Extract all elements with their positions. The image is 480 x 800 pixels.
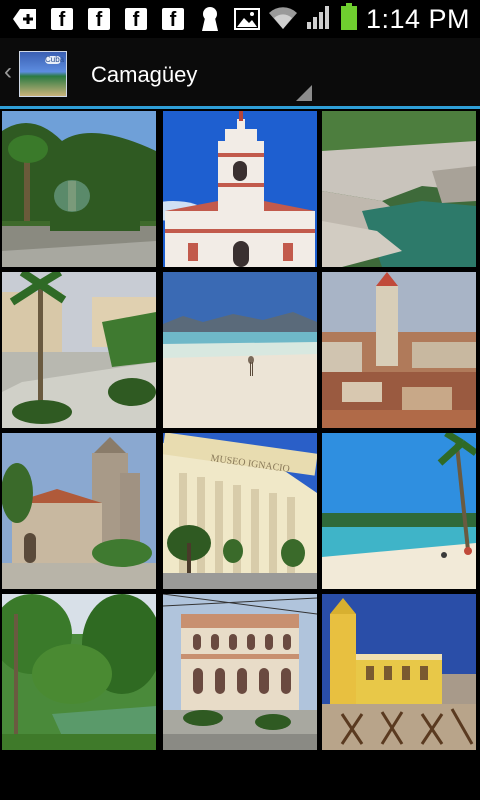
facebook-icon: f	[86, 6, 112, 32]
notification-icons: f f f f	[12, 6, 260, 32]
yellow-church-square-photo[interactable]	[322, 594, 476, 750]
keyhole-icon	[197, 6, 223, 32]
battery-icon	[340, 3, 358, 36]
dropdown-indicator-icon[interactable]	[296, 85, 312, 101]
clock: 1:14 PM	[365, 4, 470, 34]
signal-icon	[306, 4, 332, 35]
status-bar: f f f f 1:14 PM	[0, 0, 480, 38]
church-white-red-photo[interactable]	[163, 111, 317, 267]
facebook-icon: f	[49, 6, 75, 32]
back-chevron-icon[interactable]: ‹	[4, 60, 12, 84]
action-bar-divider	[0, 106, 480, 109]
app-icon-label: Cuba	[45, 55, 65, 64]
wifi-icon	[268, 3, 298, 36]
river-gorge-photo[interactable]	[322, 111, 476, 267]
action-bar: ‹ Cuba Camagüey	[0, 38, 480, 106]
park-fountain-photo[interactable]	[2, 111, 156, 267]
facebook-icon: f	[123, 6, 149, 32]
plaza-palms-photo[interactable]	[2, 272, 156, 428]
city-skyline-tower-photo[interactable]	[322, 272, 476, 428]
beach-flamingo-photo[interactable]	[163, 272, 317, 428]
beach-palms-photo[interactable]	[322, 433, 476, 589]
app-icon[interactable]: Cuba	[19, 51, 67, 97]
theater-building-photo[interactable]	[163, 594, 317, 750]
forest-river-photo[interactable]	[2, 594, 156, 750]
add-icon	[12, 6, 38, 32]
page-title[interactable]: Camagüey	[91, 62, 197, 88]
museum-building-photo[interactable]: MUSEO IGNACIO	[163, 433, 317, 589]
facebook-icon: f	[160, 6, 186, 32]
image-icon	[234, 6, 260, 32]
cathedral-photo[interactable]	[2, 433, 156, 589]
